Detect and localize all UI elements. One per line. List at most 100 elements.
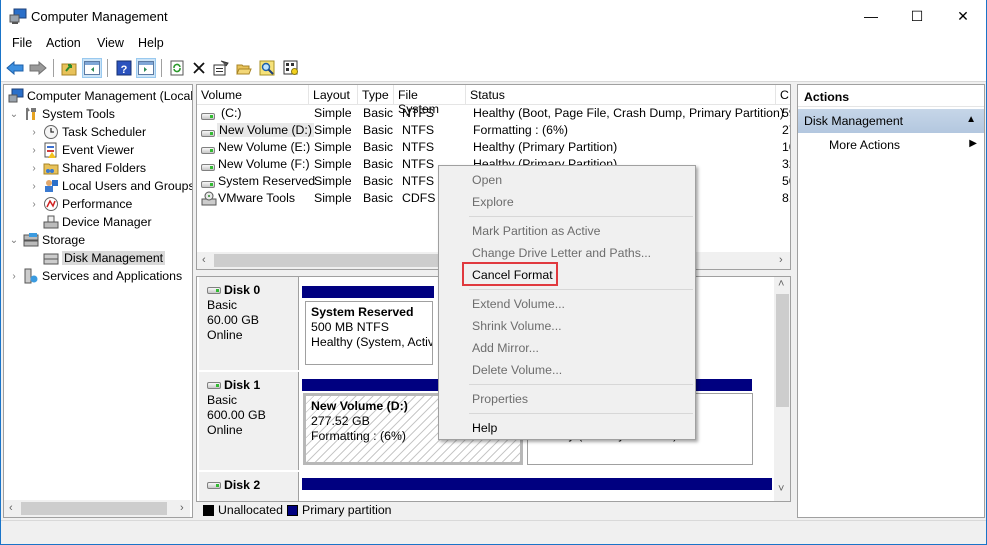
tree-item-performance[interactable]: › Performance	[28, 195, 132, 213]
tree-item-task-scheduler[interactable]: › Task Scheduler	[28, 123, 146, 141]
menu-item-explore[interactable]: Explore	[472, 195, 514, 215]
volume-capacity: 81	[782, 191, 790, 205]
scrollbar-thumb[interactable]	[776, 294, 789, 407]
close-button[interactable]: ✕	[940, 0, 986, 32]
volume-row[interactable]: New Volume (D:) Simple Basic NTFS Format…	[197, 122, 790, 139]
partition-system-reserved[interactable]: System Reserved 500 MB NTFS Healthy (Sys…	[305, 301, 433, 365]
tree-label: System Tools	[42, 107, 115, 121]
menu-item-help[interactable]: Help	[472, 421, 497, 441]
partition-name: System Reserved	[311, 305, 414, 319]
scroll-left-icon[interactable]: ‹	[202, 254, 206, 266]
scrollbar-thumb[interactable]	[214, 254, 444, 267]
forward-button[interactable]	[28, 58, 48, 78]
menu-file[interactable]: File	[12, 36, 32, 50]
back-button[interactable]	[5, 58, 25, 78]
tree-item-disk-management[interactable]: Disk Management	[43, 249, 166, 267]
expanded-chevron-icon[interactable]: ⌄	[8, 235, 20, 246]
open-button[interactable]	[234, 58, 254, 78]
collapse-triangle-icon[interactable]: ▲	[966, 114, 976, 125]
tree-item-services-and-applications[interactable]: › Services and Applications	[8, 267, 182, 285]
toolbar: ?	[1, 54, 986, 82]
legend-swatch-unallocated	[203, 505, 214, 516]
action-more-actions[interactable]: More Actions ▶	[798, 135, 984, 155]
tree-horizontal-scrollbar[interactable]: ‹ ›	[4, 500, 190, 517]
maximize-button[interactable]: ☐	[894, 0, 940, 32]
tree-item-storage[interactable]: ⌄ Storage	[8, 231, 85, 249]
disk-view-vertical-scrollbar[interactable]: ˄ ˅	[774, 277, 790, 501]
scroll-left-icon[interactable]: ‹	[9, 502, 13, 514]
menu-help[interactable]: Help	[138, 36, 164, 50]
column-header-layout[interactable]: Layout	[309, 85, 358, 105]
column-header-status[interactable]: Status	[466, 85, 776, 105]
tree-item-event-viewer[interactable]: › Event Viewer	[28, 141, 134, 159]
collapsed-chevron-icon[interactable]: ›	[28, 181, 40, 192]
help-button[interactable]: ?	[114, 58, 134, 78]
volume-capacity: 10	[782, 140, 790, 154]
tree-item-device-manager[interactable]: Device Manager	[43, 213, 152, 231]
settings-button[interactable]	[281, 58, 301, 78]
menu-action[interactable]: Action	[46, 36, 81, 50]
menu-item-add-mirror[interactable]: Add Mirror...	[472, 341, 539, 361]
tree-item-shared-folders[interactable]: › Shared Folders	[28, 159, 146, 177]
expanded-chevron-icon[interactable]: ⌄	[8, 109, 20, 120]
collapsed-chevron-icon[interactable]: ›	[28, 199, 40, 210]
status-bar	[1, 520, 986, 544]
toolbar-separator	[107, 59, 108, 77]
column-header-volume[interactable]: Volume	[197, 85, 309, 105]
disk-0-label[interactable]: Disk 0 Basic 60.00 GB Online	[199, 277, 299, 370]
menu-item-extend-volume[interactable]: Extend Volume...	[472, 297, 565, 317]
tree-item-system-tools[interactable]: ⌄ System Tools	[8, 105, 115, 123]
show-hide-console-tree-button[interactable]	[82, 58, 102, 78]
tree-label: Storage	[42, 233, 86, 247]
performance-icon	[44, 197, 58, 211]
scroll-down-icon[interactable]: ˅	[778, 483, 784, 495]
tree-item-local-users-and-groups[interactable]: › Local Users and Groups	[28, 177, 192, 195]
menu-item-open[interactable]: Open	[472, 173, 502, 193]
collapsed-chevron-icon[interactable]: ›	[28, 163, 40, 174]
disk-2-label[interactable]: Disk 2	[199, 472, 299, 501]
show-hide-action-pane-button[interactable]	[136, 58, 156, 78]
column-header-file-system[interactable]: File System	[394, 85, 466, 116]
volume-row[interactable]: New Volume (E:) Simple Basic NTFS Health…	[197, 139, 790, 156]
volume-name: New Volume (F:)	[218, 157, 310, 171]
scroll-right-icon[interactable]: ›	[779, 254, 783, 266]
volume-row[interactable]: (C:) Simple Basic NTFS Healthy (Boot, Pa…	[197, 105, 790, 122]
up-folder-icon	[61, 63, 77, 76]
up-one-level-button[interactable]	[59, 58, 79, 78]
menu-separator	[469, 413, 693, 414]
refresh-button[interactable]	[167, 58, 187, 78]
tools-icon	[26, 107, 36, 120]
scroll-right-icon[interactable]: ›	[180, 502, 184, 514]
disk-1-label[interactable]: Disk 1 Basic 600.00 GB Online	[199, 372, 299, 470]
collapsed-chevron-icon[interactable]: ›	[28, 145, 40, 156]
menu-item-mark-partition-active[interactable]: Mark Partition as Active	[472, 224, 600, 244]
menu-item-shrink-volume[interactable]: Shrink Volume...	[472, 319, 562, 339]
actions-section-disk-management[interactable]: Disk Management ▲	[798, 109, 984, 133]
volume-capacity: 27	[782, 123, 790, 137]
window-title: Computer Management	[31, 9, 168, 24]
minimize-button[interactable]: —	[848, 0, 894, 32]
scrollbar-thumb[interactable]	[21, 502, 167, 515]
disk-type: Basic	[207, 393, 238, 407]
device-manager-icon	[43, 215, 59, 229]
volume-layout: Simple	[314, 157, 352, 171]
column-header-type[interactable]: Type	[358, 85, 394, 105]
menu-item-properties[interactable]: Properties	[472, 392, 528, 412]
help-icon: ?	[116, 60, 132, 76]
column-header-capacity[interactable]: C	[776, 85, 790, 105]
collapsed-chevron-icon[interactable]: ›	[8, 271, 20, 282]
collapsed-chevron-icon[interactable]: ›	[28, 127, 40, 138]
legend-label-primary: Primary partition	[302, 503, 392, 517]
tree-root-computer-management[interactable]: Computer Management (Local	[8, 87, 192, 105]
volume-fs: NTFS	[402, 140, 435, 154]
partition-bar	[302, 478, 772, 490]
menu-item-delete-volume[interactable]: Delete Volume...	[472, 363, 562, 383]
volume-status: Formatting : (6%)	[473, 123, 568, 137]
menu-view[interactable]: View	[97, 36, 124, 50]
find-button[interactable]	[257, 58, 277, 78]
properties-button[interactable]	[211, 58, 231, 78]
delete-button[interactable]	[189, 58, 209, 78]
disk-name: Disk 0	[224, 283, 261, 297]
scroll-up-icon[interactable]: ˄	[778, 278, 784, 290]
actions-pane: Actions Disk Management ▲ More Actions ▶	[797, 84, 985, 518]
